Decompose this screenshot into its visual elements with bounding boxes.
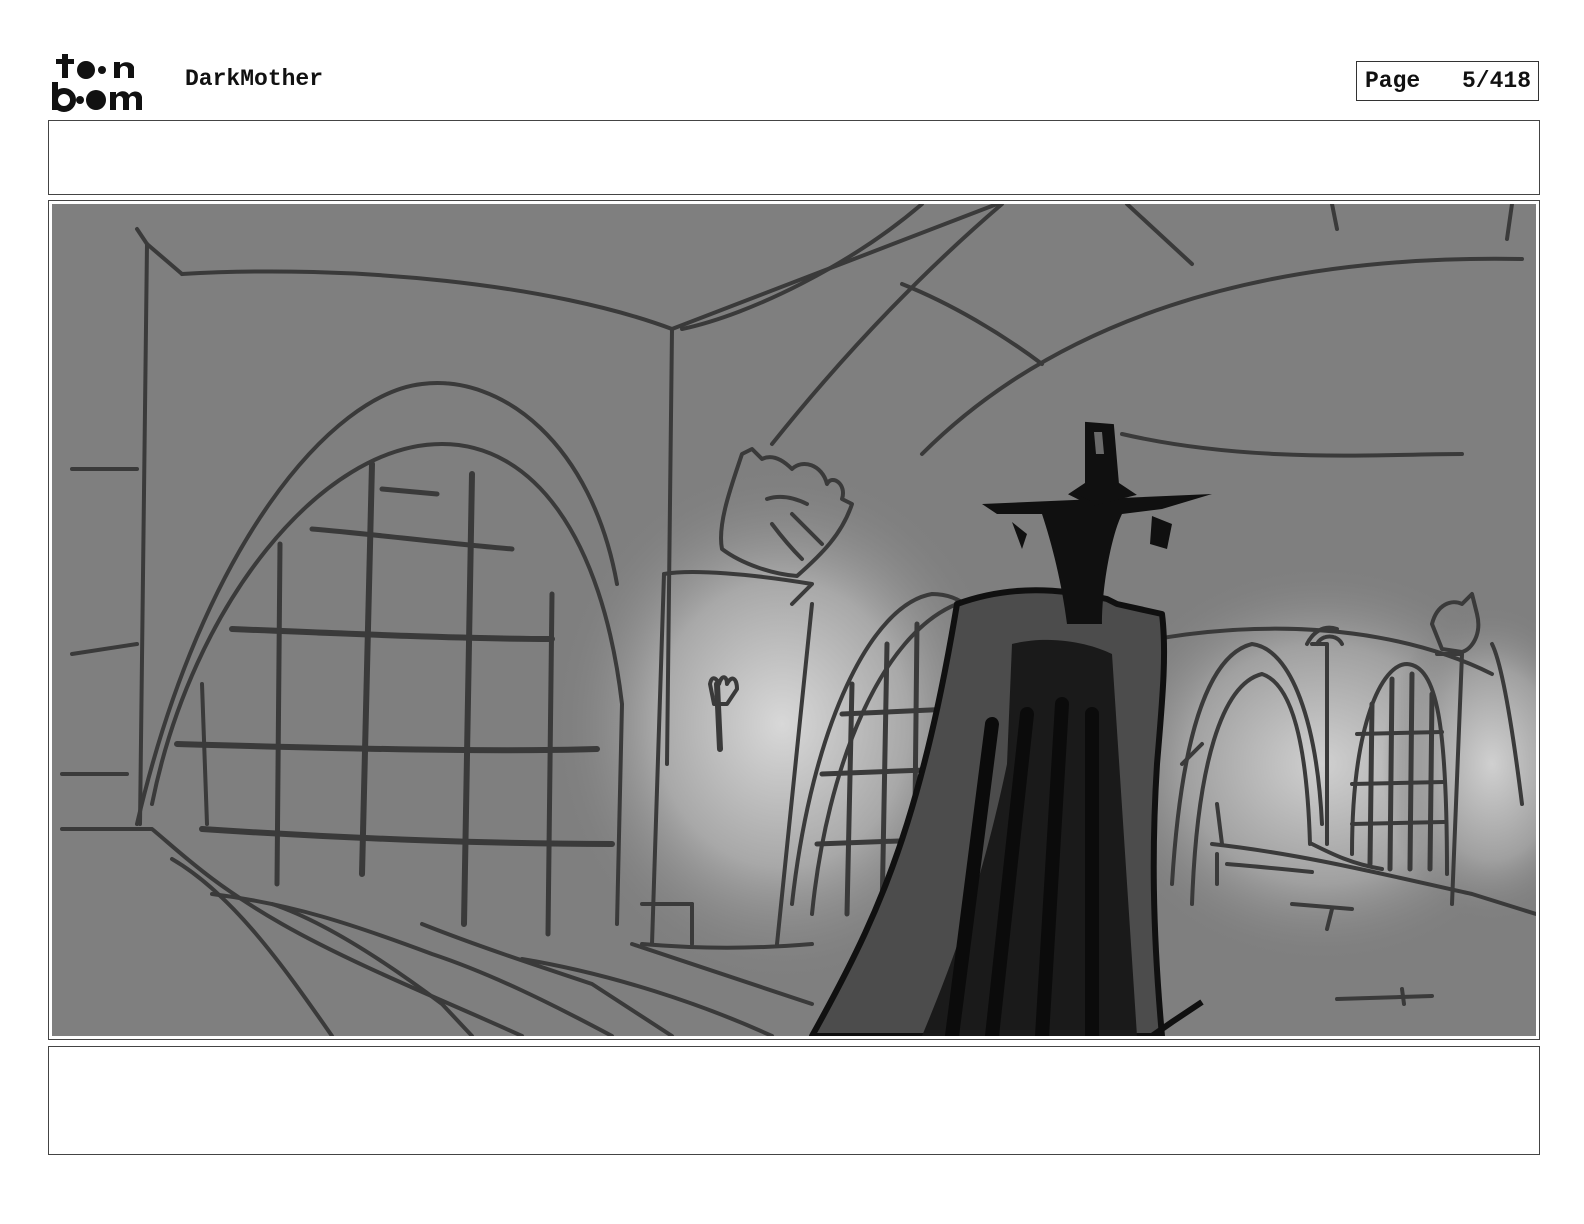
page-number: 5/418 <box>1461 68 1531 94</box>
toon-boom-logo <box>52 50 164 112</box>
page-label: Page <box>1365 68 1421 94</box>
dialogue-notes-box <box>48 1046 1540 1155</box>
storyboard-panel-image <box>52 204 1536 1036</box>
page-indicator: Page 5/418 <box>1356 61 1539 101</box>
action-notes-box <box>48 120 1540 195</box>
project-title: DarkMother <box>185 66 324 92</box>
storyboard-sketch-castle-hall-icon <box>52 204 1536 1036</box>
